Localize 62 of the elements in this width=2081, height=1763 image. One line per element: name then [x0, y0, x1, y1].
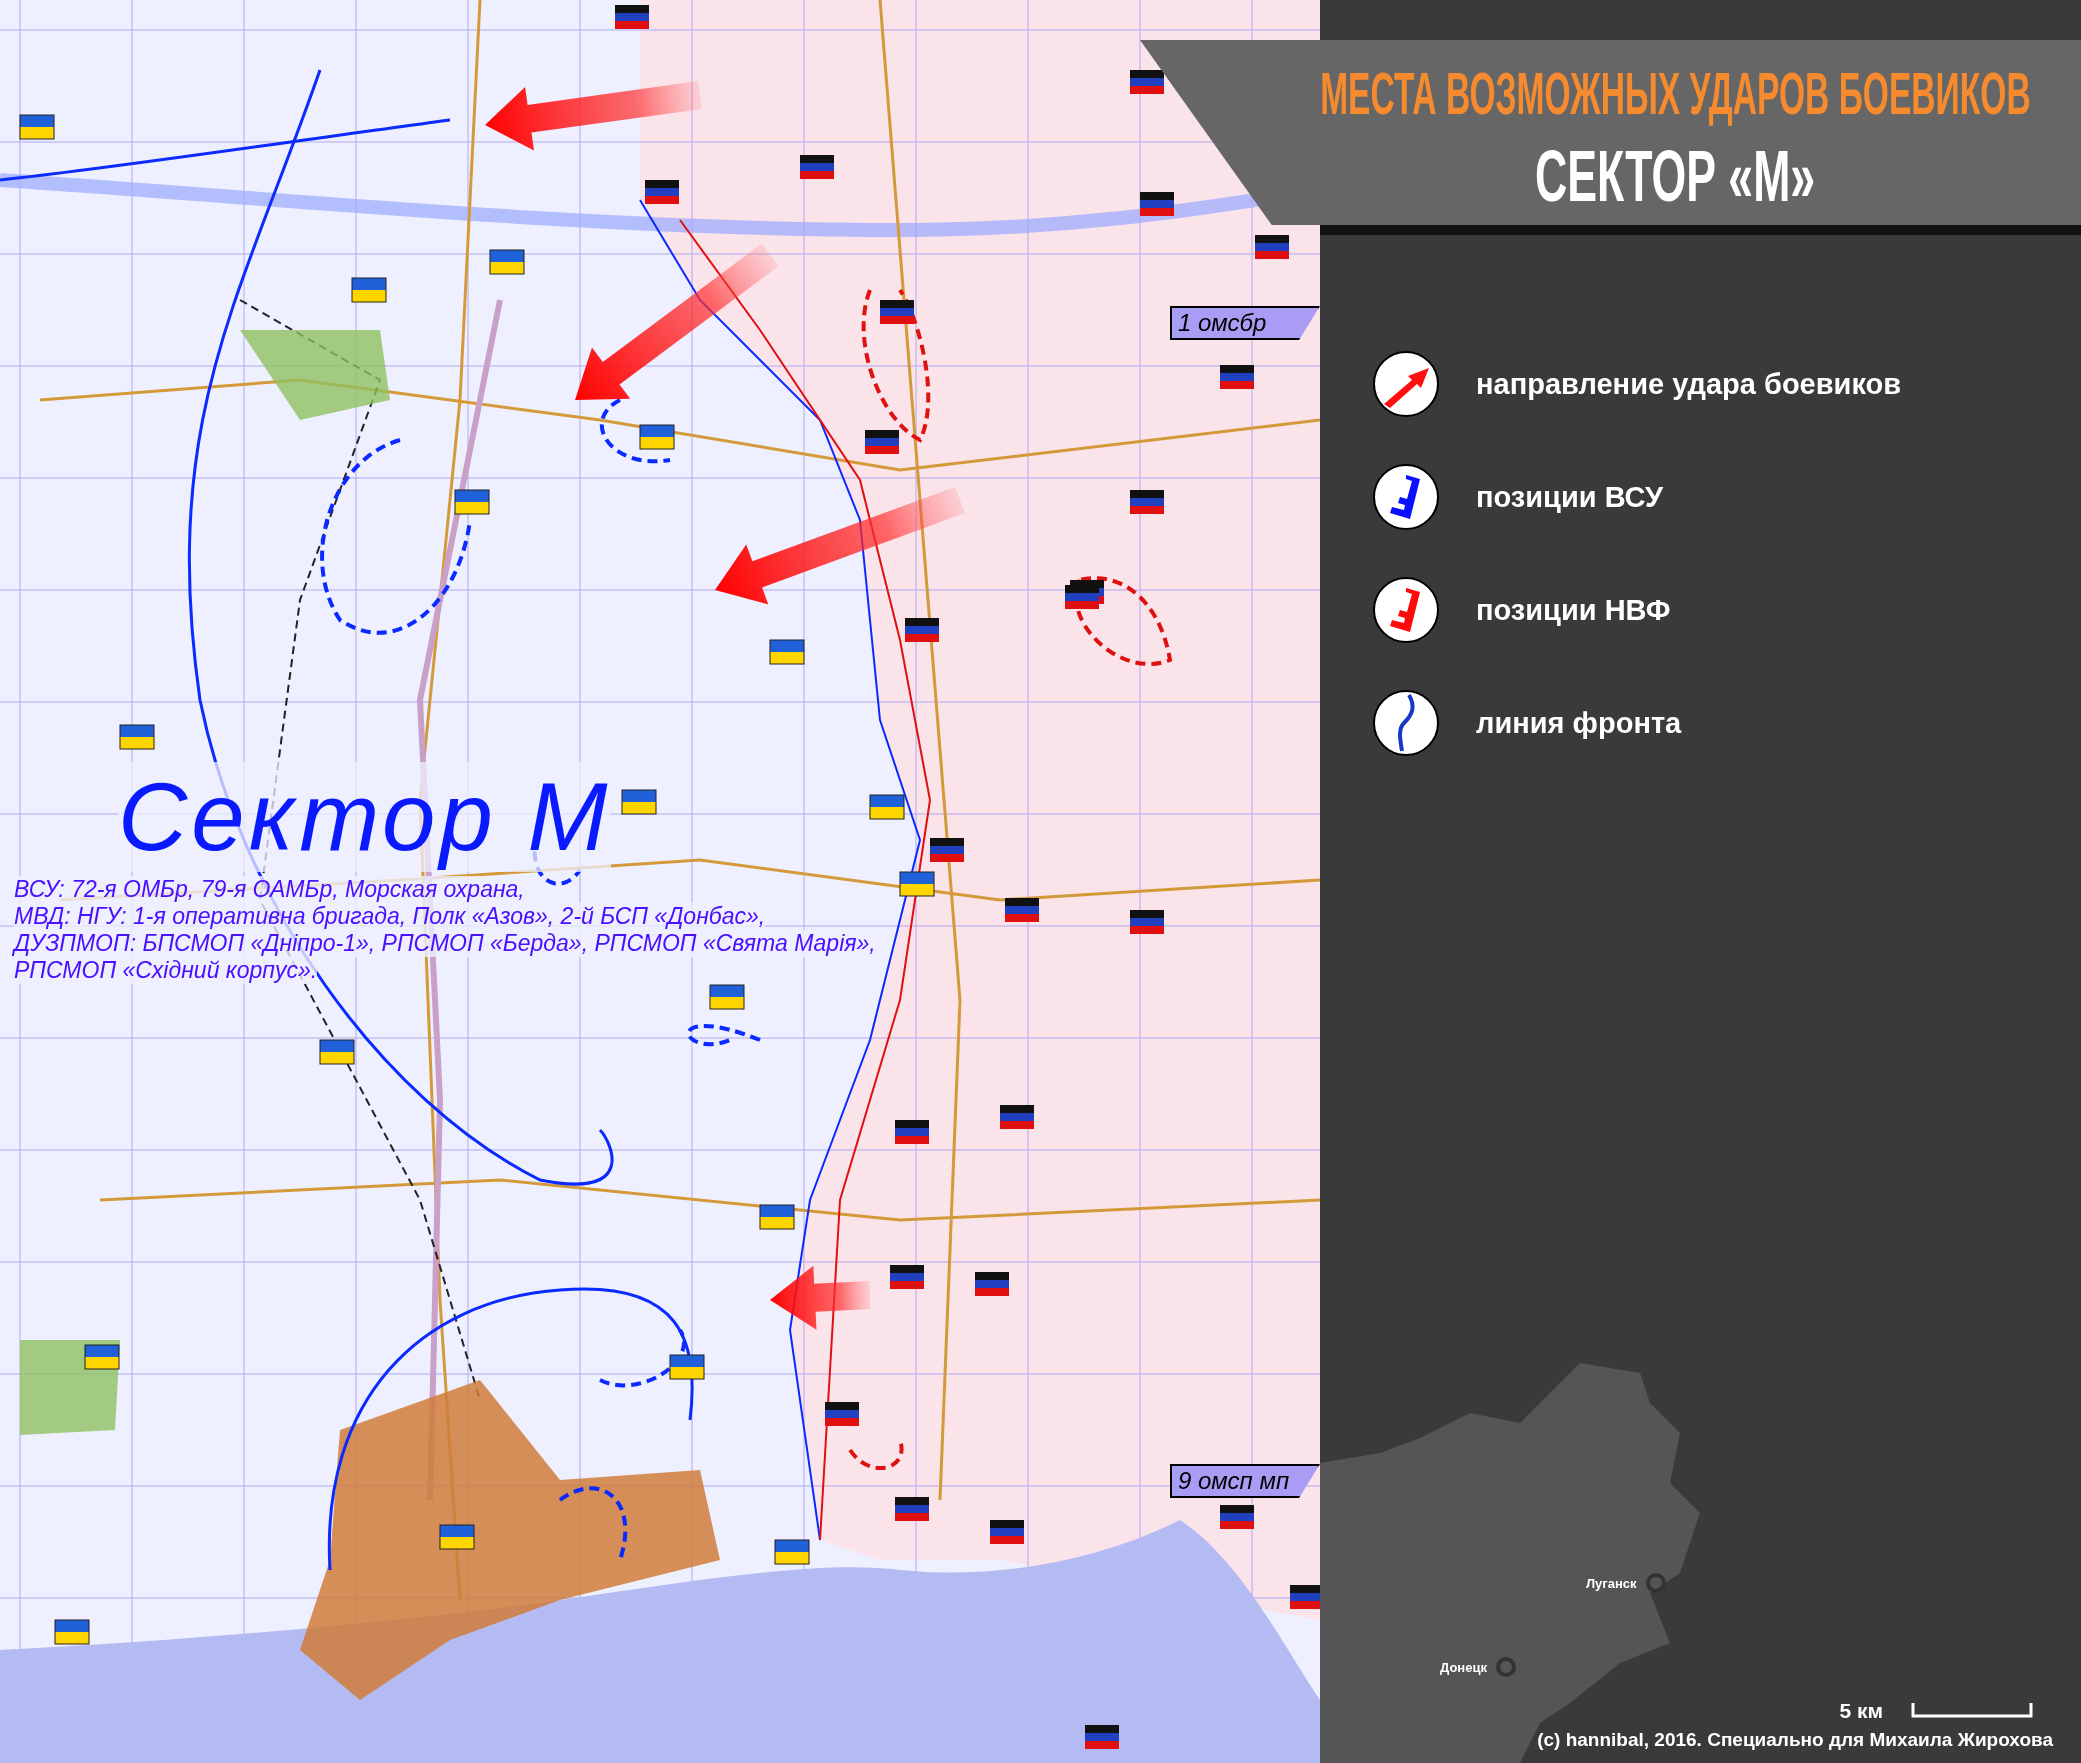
flag-icon — [439, 1524, 475, 1550]
flag-icon — [1140, 192, 1174, 216]
flag-icon — [890, 1265, 924, 1289]
flag-icon — [645, 180, 679, 204]
trench-icon — [1372, 576, 1440, 644]
city-label: Донецк — [1440, 1659, 1487, 1675]
flag-icon — [84, 1344, 120, 1370]
flag-icon — [119, 724, 155, 750]
flag-icon — [1220, 1505, 1254, 1529]
scale-bar-icon — [1911, 1703, 2033, 1719]
flag-icon — [899, 871, 935, 897]
flag-icon — [1290, 1585, 1320, 1609]
legend-label: позиции ВСУ — [1476, 480, 1664, 514]
title-heading: МЕСТА ВОЗМОЖНЫХ УДАРОВ БОЕВИКОВ — [1320, 59, 2031, 129]
flag-icon — [1220, 365, 1254, 389]
flag-icon — [1130, 490, 1164, 514]
title-subheading: СЕКТОР «М» — [1535, 136, 1816, 216]
city-marker-icon — [1644, 1572, 1667, 1594]
legend-label: позиции НВФ — [1476, 593, 1671, 627]
flag-icon — [709, 984, 745, 1010]
flag-icon — [1130, 910, 1164, 934]
legend-label: направление удара боевиков — [1476, 367, 1902, 401]
sector-label: Сектор М — [118, 762, 612, 872]
flag-icon — [454, 489, 490, 515]
flag-icon — [774, 1539, 810, 1565]
flag-icon — [895, 1120, 929, 1144]
flag-icon — [1130, 70, 1164, 94]
flag-icon — [865, 430, 899, 454]
flag-icon — [825, 1402, 859, 1426]
flag-icon — [800, 155, 834, 179]
flag-icon — [880, 300, 914, 324]
flag-icon — [351, 277, 387, 303]
flag-icon — [769, 639, 805, 665]
flag-icon — [621, 789, 657, 815]
flag-icon — [615, 5, 649, 29]
legend-label: линия фронта — [1476, 706, 1682, 740]
flag-icon — [1000, 1105, 1034, 1129]
city-marker-icon — [1494, 1656, 1517, 1678]
flag-icon — [639, 424, 675, 450]
flag-icon — [905, 618, 939, 642]
scale-label: 5 км — [1839, 1699, 1883, 1723]
flag-icon — [975, 1272, 1009, 1296]
city-label: Луганск — [1586, 1575, 1637, 1591]
flag-icon — [759, 1204, 795, 1230]
flag-icon — [489, 249, 525, 275]
curve-icon — [1372, 689, 1440, 757]
trench-icon — [1372, 463, 1440, 531]
flag-icon — [1255, 235, 1289, 259]
unit-label: 9 омсп мп — [1170, 1464, 1320, 1498]
credit-text: (c) hannibal, 2016. Специально для Михаила Жирохова — [1537, 1729, 2053, 1751]
flag-icon — [19, 114, 55, 140]
flag-icon — [54, 1619, 90, 1645]
flag-icon — [319, 1039, 355, 1065]
flag-icon — [1065, 585, 1099, 609]
flag-icon — [990, 1520, 1024, 1544]
flag-icon — [1005, 898, 1039, 922]
flag-icon — [669, 1354, 705, 1380]
flag-icon — [869, 794, 905, 820]
unit-label: 1 омсбр — [1170, 306, 1320, 340]
flag-icon — [1085, 1725, 1119, 1749]
flag-icon — [895, 1497, 929, 1521]
flag-icon — [930, 838, 964, 862]
